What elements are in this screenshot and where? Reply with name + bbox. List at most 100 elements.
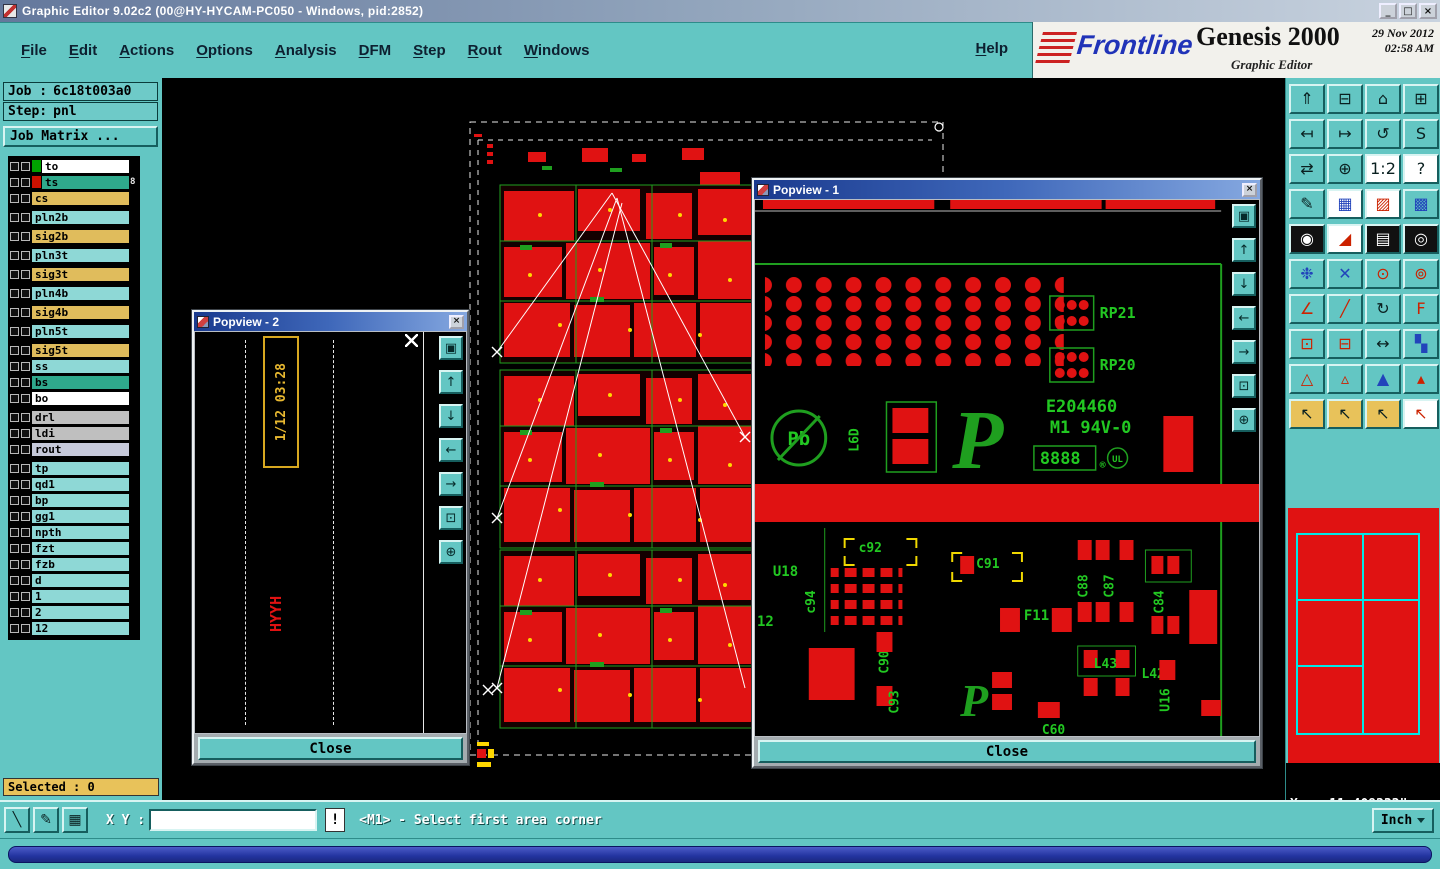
layer-context-checkbox[interactable] (21, 393, 30, 403)
tool-button[interactable]: ↻ (1365, 294, 1401, 324)
maximize-button[interactable]: □ (1399, 3, 1417, 19)
layer-context-checkbox[interactable] (21, 326, 30, 336)
tool-button[interactable]: ⌂ (1365, 84, 1401, 114)
layer-row[interactable]: drl (10, 410, 138, 424)
menu-item[interactable]: Windows (513, 38, 601, 63)
tool-button[interactable]: ▵ (1327, 364, 1363, 394)
tool-button[interactable]: ∠ (1289, 294, 1325, 324)
layer-context-checkbox[interactable] (21, 463, 30, 473)
layer-context-checkbox[interactable] (21, 361, 30, 371)
layer-row[interactable]: npth (10, 525, 138, 539)
layer-context-checkbox[interactable] (21, 377, 30, 387)
tool-button[interactable]: ⊟ (1327, 329, 1363, 359)
status-tool-button[interactable]: ✎ (33, 807, 59, 833)
tool-button[interactable]: ╱ (1327, 294, 1363, 324)
layer-row[interactable]: 2 (10, 605, 138, 619)
menu-item[interactable]: Edit (58, 38, 108, 63)
menu-item-help[interactable]: Help (975, 40, 1008, 57)
layer-row[interactable]: to (10, 159, 138, 173)
layer-visibility-checkbox[interactable] (10, 607, 19, 617)
layer-row[interactable]: pln2b (10, 210, 138, 224)
layer-context-checkbox[interactable] (21, 591, 30, 601)
tool-button[interactable]: ↤ (1289, 119, 1325, 149)
popview-1-titlebar[interactable]: Popview - 1 × (754, 180, 1260, 199)
tool-button[interactable]: ◉ (1289, 224, 1325, 254)
layer-context-checkbox[interactable] (21, 177, 30, 187)
layer-visibility-checkbox[interactable] (10, 393, 19, 403)
popview-tool-button[interactable]: ↑ (439, 370, 463, 394)
layer-row[interactable]: sig4b (10, 305, 138, 319)
layer-row[interactable]: ldi (10, 426, 138, 440)
tool-button[interactable]: ↖ (1365, 399, 1401, 429)
popview-2-close-icon[interactable]: × (449, 314, 464, 329)
popview-tool-button[interactable]: → (1232, 340, 1256, 364)
tool-button[interactable]: ❉ (1289, 259, 1325, 289)
popview-tool-button[interactable]: ↓ (1232, 272, 1256, 296)
layer-visibility-checkbox[interactable] (10, 212, 19, 222)
tool-button[interactable]: ▚ (1403, 329, 1439, 359)
layer-visibility-checkbox[interactable] (10, 412, 19, 422)
popview-1-close-icon[interactable]: × (1242, 182, 1257, 197)
tool-button[interactable]: ↖ (1403, 399, 1439, 429)
tool-button[interactable]: ↦ (1327, 119, 1363, 149)
tool-button[interactable]: ◢ (1327, 224, 1363, 254)
layer-visibility-checkbox[interactable] (10, 177, 19, 187)
layer-row[interactable]: qd1 (10, 477, 138, 491)
tool-button[interactable]: ↔ (1365, 329, 1401, 359)
layer-row[interactable]: rout (10, 442, 138, 456)
layer-visibility-checkbox[interactable] (10, 543, 19, 553)
layer-context-checkbox[interactable] (21, 559, 30, 569)
tool-button[interactable]: ⊚ (1403, 259, 1439, 289)
close-button[interactable]: × (1419, 3, 1437, 19)
tool-button[interactable]: ⊟ (1327, 84, 1363, 114)
tool-button[interactable]: F (1403, 294, 1439, 324)
popview-2-window[interactable]: Popview - 2 × 1/12 03:28 HYYH ▣ ↑ ↓ ← → … (192, 310, 469, 765)
layer-row[interactable]: pln4b (10, 286, 138, 300)
popview-tool-button[interactable]: ▣ (1232, 204, 1256, 228)
tool-button[interactable]: ⇑ (1289, 84, 1325, 114)
tool-button[interactable]: ▨ (1365, 189, 1401, 219)
layer-context-checkbox[interactable] (21, 495, 30, 505)
tool-button[interactable]: ▴ (1403, 364, 1439, 394)
tool-button[interactable]: ↖ (1289, 399, 1325, 429)
tool-button[interactable]: ↺ (1365, 119, 1401, 149)
layer-context-checkbox[interactable] (21, 607, 30, 617)
layer-context-checkbox[interactable] (21, 250, 30, 260)
menu-item[interactable]: File (10, 38, 58, 63)
layer-visibility-checkbox[interactable] (10, 326, 19, 336)
popview-tool-button[interactable]: ← (1232, 306, 1256, 330)
layer-row[interactable]: bo (10, 391, 138, 405)
tool-button[interactable]: ▤ (1365, 224, 1401, 254)
popview-tool-button[interactable]: ⊡ (439, 506, 463, 530)
layer-context-checkbox[interactable] (21, 527, 30, 537)
popview-tool-button[interactable]: ⊕ (439, 540, 463, 564)
menu-item[interactable]: Options (185, 38, 264, 63)
layer-context-checkbox[interactable] (21, 307, 30, 317)
layer-row[interactable]: fzb (10, 557, 138, 571)
popview-1-close-button[interactable]: Close (758, 740, 1256, 763)
tool-button[interactable]: ↖ (1327, 399, 1363, 429)
menu-item[interactable]: DFM (348, 38, 403, 63)
layer-row[interactable]: bs (10, 375, 138, 389)
layer-row[interactable]: sig2b (10, 229, 138, 243)
menu-item[interactable]: Actions (108, 38, 185, 63)
layer-row[interactable]: tp (10, 461, 138, 475)
layer-visibility-checkbox[interactable] (10, 231, 19, 241)
layer-context-checkbox[interactable] (21, 623, 30, 633)
layer-visibility-checkbox[interactable] (10, 345, 19, 355)
layer-context-checkbox[interactable] (21, 288, 30, 298)
overview-navigator[interactable] (1288, 508, 1439, 763)
layer-visibility-checkbox[interactable] (10, 575, 19, 585)
layer-visibility-checkbox[interactable] (10, 288, 19, 298)
popview-2-canvas[interactable]: 1/12 03:28 HYYH ▣ ↑ ↓ ← → ⊡ ⊕ (195, 332, 466, 733)
popview-tool-button[interactable]: ⊡ (1232, 374, 1256, 398)
layer-visibility-checkbox[interactable] (10, 361, 19, 371)
layer-row[interactable]: d (10, 573, 138, 587)
layer-row[interactable]: 1 (10, 589, 138, 603)
layer-context-checkbox[interactable] (21, 511, 30, 521)
units-toggle[interactable]: Inch (1372, 807, 1434, 833)
job-matrix-button[interactable]: Job Matrix ... (3, 126, 158, 147)
layer-context-checkbox[interactable] (21, 161, 30, 171)
layer-row[interactable]: ss (10, 359, 138, 373)
layer-context-checkbox[interactable] (21, 269, 30, 279)
